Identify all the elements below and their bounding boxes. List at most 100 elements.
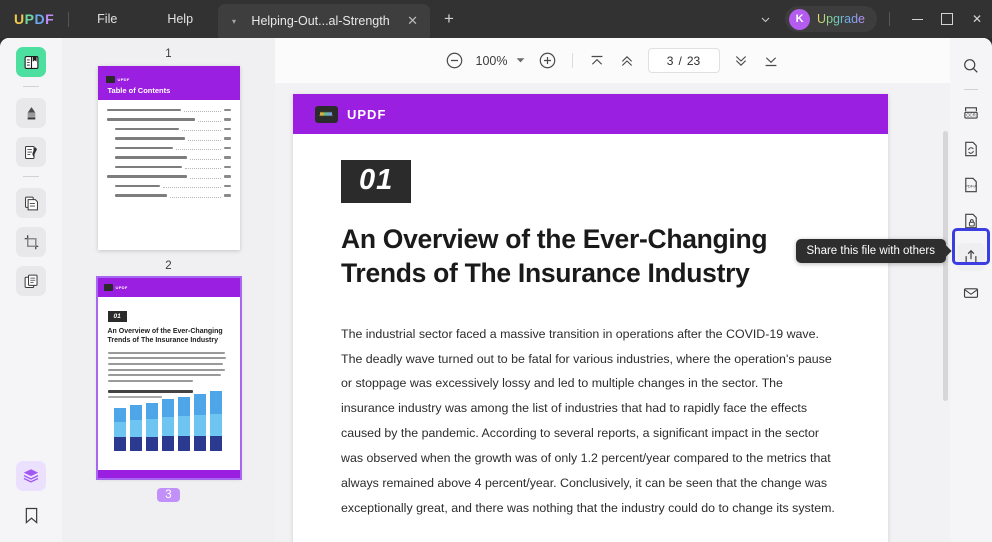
thumbnail-2-section-number: 01: [107, 311, 127, 322]
toc-entry: [106, 108, 231, 112]
edit-pdf-icon[interactable]: [16, 137, 46, 167]
titlebar-divider: [68, 11, 70, 27]
thumbnail-panel[interactable]: 1 UPDF Table of Contents 2 UPDF 01 An Ov…: [62, 38, 275, 542]
thumbnail-2-chart-bars: [108, 390, 230, 451]
thumbnail-2-logo-icon: [103, 284, 113, 291]
left-tool-rail: [0, 38, 62, 542]
current-page-value: 3: [666, 53, 674, 68]
avatar: K: [789, 8, 811, 30]
page-heading-line1: An Overview of the Ever-Changing: [341, 224, 768, 254]
thumbnail-page-number-2: 2: [165, 260, 172, 272]
viewer-toolbar: 100% 3 / 23: [275, 38, 950, 83]
thumbnail-page-1[interactable]: UPDF Table of Contents: [97, 66, 240, 250]
chart-bar: [209, 390, 222, 451]
menu-file[interactable]: File: [83, 7, 131, 31]
thumbnail-1-title: Table of Contents: [107, 85, 171, 95]
total-pages-value: 23: [686, 53, 701, 68]
thumbnail-2-logo-text: UPDF: [115, 285, 128, 290]
app-body: 1 UPDF Table of Contents 2 UPDF 01 An Ov…: [0, 38, 992, 542]
layers-panel-icon[interactable]: [16, 461, 46, 491]
thumbnail-2-body: 01 An Overview of the Ever-Changing Tren…: [98, 297, 240, 451]
ocr-icon[interactable]: OCR: [957, 99, 985, 127]
search-icon[interactable]: [957, 52, 985, 80]
bookmark-icon[interactable]: [16, 500, 46, 530]
pdf-page: UPDF 01 An Overview of the Ever-Changing…: [293, 94, 888, 542]
page-banner-logo-text: UPDF: [347, 106, 387, 122]
toc-entry: [106, 175, 231, 179]
zoom-out-button[interactable]: [440, 46, 470, 76]
page-body-paragraph: The industrial sector faced a massive tr…: [341, 326, 835, 515]
upgrade-button[interactable]: K Upgrade: [785, 6, 877, 32]
document-tab[interactable]: ▾ Helping-Out...al-Strength ✕: [218, 4, 430, 38]
toolbar-divider: [571, 53, 573, 68]
logo-letter-d: D: [34, 11, 46, 27]
thumbnail-2-chart-subtitle: [107, 395, 163, 398]
page-separator: /: [678, 53, 682, 68]
toc-entry: [107, 165, 231, 169]
svg-text:PDF/A: PDF/A: [965, 184, 977, 189]
thumbnail-2-banner: UPDF: [97, 278, 240, 297]
comment-highlighter-icon[interactable]: [16, 98, 46, 128]
menu-help[interactable]: Help: [153, 7, 207, 31]
window-maximize-button[interactable]: [932, 0, 962, 38]
svg-text:OCR: OCR: [966, 113, 976, 118]
logo-letter-u: U: [14, 11, 25, 27]
toc-entry: [107, 156, 231, 160]
page-heading-line2: Trends of The Insurance Industry: [341, 257, 750, 288]
zoom-dropdown-icon[interactable]: [514, 57, 533, 64]
tabs-dropdown-icon[interactable]: [750, 14, 781, 25]
thumbnail-2-chart-title: [107, 389, 193, 393]
share-icon[interactable]: [957, 243, 985, 271]
new-tab-button[interactable]: +: [444, 10, 454, 27]
first-page-button[interactable]: [582, 46, 612, 76]
last-page-button[interactable]: [756, 46, 786, 76]
previous-page-button[interactable]: [612, 46, 642, 76]
organize-pages-icon[interactable]: [16, 266, 46, 296]
title-bar: U P D F File Help ▾ Helping-Out...al-Str…: [0, 0, 992, 38]
thumbnail-page-number-3: 3: [157, 488, 180, 502]
window-minimize-button[interactable]: [902, 0, 932, 38]
section-number-tag: 01: [341, 160, 412, 203]
thumbnail-page-2[interactable]: UPDF 01 An Overview of the Ever-Changing…: [95, 276, 242, 480]
chart-bar: [177, 396, 190, 451]
thumbnail-list: 1 UPDF Table of Contents 2 UPDF 01 An Ov…: [62, 38, 275, 508]
tab-close-icon[interactable]: ✕: [407, 13, 418, 29]
chart-bar: [113, 407, 126, 451]
page-content: 01 An Overview of the Ever-Changing Tren…: [293, 134, 888, 520]
toc-entry: [106, 118, 231, 122]
pdfa-icon[interactable]: PDF/A: [957, 171, 985, 199]
page-heading: An Overview of the Ever-Changing Trends …: [341, 223, 840, 291]
page-number-input[interactable]: 3 / 23: [647, 48, 720, 73]
rail-divider-1: [23, 86, 39, 87]
titlebar-right-group: K Upgrade ✕: [750, 0, 992, 38]
chart-bar: [193, 393, 206, 451]
logo-letter-p: P: [24, 11, 35, 27]
thumbnail-1-logo-icon: [105, 75, 115, 83]
toc-entry: [107, 194, 231, 198]
thumbnail-2-footer: [97, 470, 240, 478]
protect-pdf-icon[interactable]: [957, 207, 985, 235]
zoom-in-button[interactable]: [533, 46, 563, 76]
document-viewer: 100% 3 / 23 UPDF 01 An Overview of the E…: [275, 38, 950, 542]
crop-page-icon[interactable]: [16, 227, 46, 257]
convert-pdf-icon[interactable]: [957, 135, 985, 163]
toc-entry: [107, 184, 231, 188]
window-close-button[interactable]: ✕: [962, 0, 992, 38]
chart-bar: [161, 398, 174, 451]
thumbnail-1-logo-text: UPDF: [117, 76, 130, 82]
right-tool-rail: OCR PDF/A: [950, 38, 992, 542]
page-tools-icon[interactable]: [16, 188, 46, 218]
toc-entry: [107, 127, 231, 131]
page-canvas[interactable]: UPDF 01 An Overview of the Ever-Changing…: [275, 83, 950, 542]
vertical-scrollbar[interactable]: [943, 131, 948, 401]
zoom-level-label[interactable]: 100%: [470, 54, 514, 68]
chart-bar: [129, 404, 142, 451]
reader-mode-icon[interactable]: [16, 47, 46, 77]
right-rail-divider: [964, 89, 978, 90]
thumbnail-1-banner: UPDF Table of Contents: [97, 66, 240, 100]
thumbnail-2-heading: An Overview of the Ever-Changing Trends …: [107, 328, 223, 345]
next-page-button[interactable]: [726, 46, 756, 76]
rail-divider-2: [23, 176, 39, 177]
email-icon[interactable]: [957, 279, 985, 307]
page-banner-logo-icon: [315, 105, 338, 123]
